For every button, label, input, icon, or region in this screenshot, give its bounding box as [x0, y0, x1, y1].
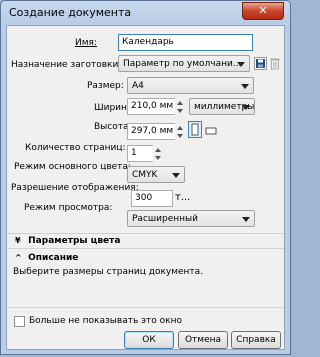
help-button[interactable]: Справка [231, 331, 281, 349]
width-input[interactable]: 210,0 мм [127, 98, 175, 115]
size-select[interactable]: A4 [127, 77, 254, 94]
chevron-down-icon [242, 105, 250, 110]
save-preset-button[interactable] [254, 57, 267, 70]
height-spinner[interactable] [175, 124, 185, 140]
spin-down-icon[interactable] [175, 107, 185, 115]
delete-preset-icon [270, 58, 280, 70]
description-text: Выберите размеры страниц документа. [13, 267, 204, 277]
description-label: Описание [28, 253, 79, 263]
preset-label: Назначение заготовки: [11, 60, 122, 70]
dont-show-label: Больше не показывать это окно [29, 316, 182, 326]
units-select[interactable]: миллиметры [189, 98, 255, 115]
resolution-unit: т... [175, 192, 191, 203]
name-input[interactable]: Календарь [118, 34, 253, 51]
pages-spinner[interactable] [153, 146, 163, 162]
width-spinner[interactable] [175, 99, 185, 115]
view-mode-label: Режим просмотра: [24, 203, 113, 213]
window-title: Создание документа [9, 6, 132, 19]
description-section[interactable]: ^ Описание [15, 253, 78, 263]
dialog-body: Имя: Календарь Назначение заготовки: Пар… [6, 25, 285, 350]
close-button[interactable]: ✕ [242, 2, 284, 20]
chevron-down-icon: ¥ [15, 236, 21, 245]
name-label: Имя: [75, 38, 97, 48]
ok-button[interactable]: ОК [124, 331, 174, 349]
dont-show-checkbox[interactable] [14, 316, 25, 327]
save-preset-icon [256, 59, 265, 68]
chevron-down-icon [237, 62, 245, 67]
color-mode-select-value: CMYK [132, 170, 158, 180]
delete-preset-button[interactable] [269, 57, 282, 70]
resolution-label: Разрешение отображения: [11, 183, 139, 193]
landscape-orientation-icon [205, 127, 217, 135]
size-label: Размер: [87, 81, 124, 91]
resolution-input[interactable]: 300 [131, 190, 173, 207]
size-select-value: A4 [132, 81, 144, 91]
cancel-button[interactable]: Отмена [178, 331, 228, 349]
close-icon: ✕ [258, 4, 268, 17]
spin-up-icon[interactable] [175, 124, 185, 132]
chevron-down-icon [242, 217, 250, 222]
section-divider [7, 307, 284, 308]
height-label: Высота: [94, 122, 132, 132]
portrait-orientation-button[interactable] [188, 121, 202, 138]
dialog-window: Создание документа ✕ Имя: Календарь Назн… [0, 0, 291, 355]
color-mode-select[interactable]: CMYK [127, 166, 185, 183]
chevron-down-icon [172, 173, 180, 178]
pages-input[interactable]: 1 [127, 145, 153, 162]
spin-up-icon[interactable] [153, 146, 163, 154]
view-mode-select-value: Расширенный [132, 214, 198, 224]
chevron-up-icon: ^ [15, 253, 22, 262]
preset-select-value: Параметр по умолчани... [123, 59, 242, 69]
preset-select[interactable]: Параметр по умолчани... [118, 55, 250, 72]
pages-label: Количество страниц: [25, 143, 126, 153]
chevron-down-icon [241, 84, 249, 89]
landscape-orientation-button[interactable] [204, 125, 218, 137]
view-mode-select[interactable]: Расширенный [127, 210, 255, 227]
color-params-section[interactable]: ¥ Параметры цвета [15, 236, 120, 246]
portrait-orientation-icon [191, 123, 199, 136]
title-bar[interactable]: Создание документа ✕ [1, 1, 290, 25]
spin-down-icon[interactable] [175, 132, 185, 140]
color-params-label: Параметры цвета [28, 236, 121, 246]
section-divider [7, 233, 284, 234]
height-input[interactable]: 297,0 мм [127, 123, 175, 140]
spin-down-icon[interactable] [153, 154, 163, 162]
spin-up-icon[interactable] [175, 99, 185, 107]
color-mode-label: Режим основного цвета: [14, 162, 131, 172]
section-divider [7, 248, 284, 249]
